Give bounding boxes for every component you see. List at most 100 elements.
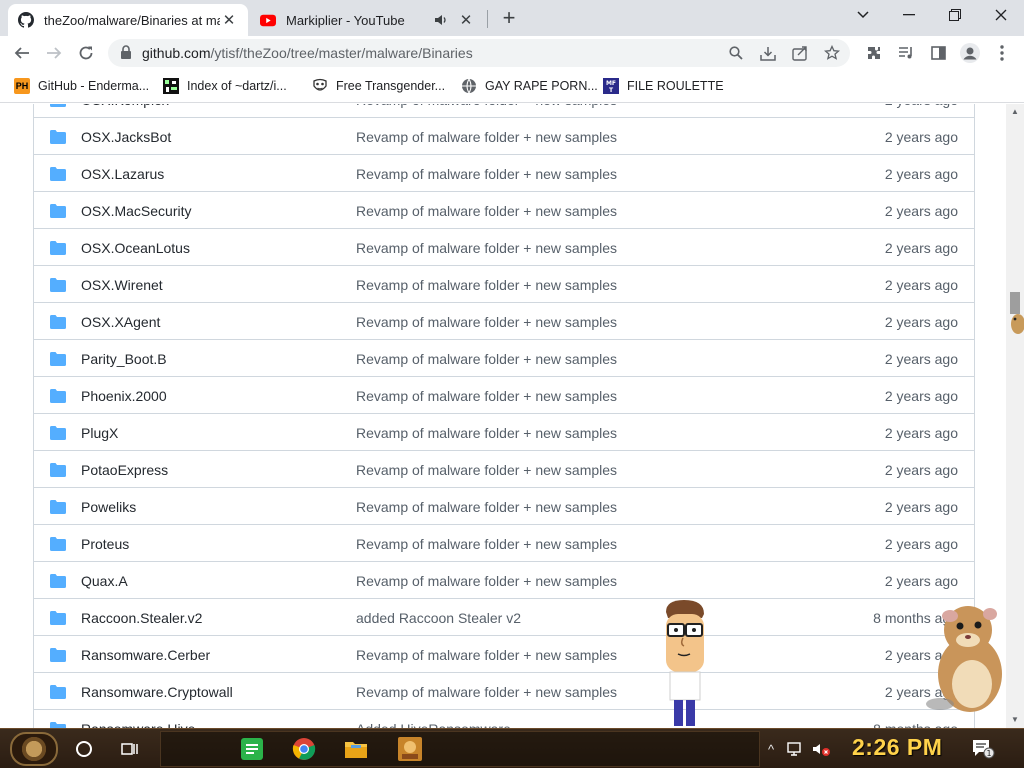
commit-message-link[interactable]: Revamp of malware folder + new samples [356,166,617,182]
file-name-link[interactable]: PotaoExpress [81,462,168,478]
box-app-icon[interactable] [396,735,424,763]
table-row[interactable]: Ransomware.Hive Added HiveRansomware 8 mon… [34,709,974,728]
minimize-button[interactable] [886,0,932,30]
file-name-link[interactable]: OSX.JacksBot [81,129,171,145]
start-button[interactable] [10,732,58,766]
restore-button[interactable] [932,0,978,30]
install-app-icon[interactable] [758,43,778,63]
close-window-button[interactable] [978,0,1024,30]
commit-message-link[interactable]: Revamp of malware folder + new samples [356,104,617,108]
table-row[interactable]: Raccoon.Stealer.v2 added Raccoon Stealer … [34,598,974,635]
commit-message-link[interactable]: Revamp of malware folder + new samples [356,647,617,663]
table-row[interactable]: Poweliks Revamp of malware folder + new s… [34,487,974,524]
commit-message-link[interactable]: added Raccoon Stealer v2 [356,610,521,626]
scroll-up-icon[interactable]: ▲ [1009,106,1021,116]
clock[interactable]: 2:26 PM [852,734,942,761]
new-tab-button[interactable]: + [497,5,521,30]
commit-message-link[interactable]: Revamp of malware folder + new samples [356,129,617,145]
menu-kebab-icon[interactable] [990,41,1014,65]
file-name-link[interactable]: Phoenix.2000 [81,388,167,404]
side-panel-icon[interactable] [926,41,950,65]
notifications-icon[interactable]: 1 [970,737,996,761]
cortana-icon[interactable] [70,735,98,763]
show-hidden-icons[interactable]: ^ [764,737,778,761]
file-explorer-icon[interactable] [342,735,370,763]
commit-message-link[interactable]: Revamp of malware folder + new samples [356,277,617,293]
close-tab-icon[interactable]: ✕ [220,11,238,29]
table-row[interactable]: PotaoExpress Revamp of malware folder + n… [34,450,974,487]
file-name-link[interactable]: Poweliks [81,499,136,515]
bookmark-label: FILE ROULETTE [627,79,724,93]
bookmark-item[interactable]: PH GitHub - Enderma... [14,77,149,95]
tab-github[interactable]: theZoo/malware/Binaries at master ✕ [8,4,248,36]
commit-message-link[interactable]: Revamp of malware folder + new samples [356,462,617,478]
media-control-icon[interactable] [894,41,918,65]
commit-message-link[interactable]: Revamp of malware folder + new samples [356,240,617,256]
tab-search-icon[interactable] [840,0,886,30]
file-name-link[interactable]: OSX.Wirenet [81,277,163,293]
commit-message-link[interactable]: Revamp of malware folder + new samples [356,684,617,700]
file-name-link[interactable]: Parity_Boot.B [81,351,167,367]
file-name-link[interactable]: Raccoon.Stealer.v2 [81,610,202,626]
table-row[interactable]: Phoenix.2000 Revamp of malware folder + n… [34,376,974,413]
lock-icon[interactable] [120,45,134,61]
table-row[interactable]: OSX.OceanLotus Revamp of malware folder +… [34,228,974,265]
commit-message-link[interactable]: Revamp of malware folder + new samples [356,203,617,219]
speaker-icon[interactable] [433,12,449,28]
bookmark-item[interactable]: GAY RAPE PORN... [461,77,598,95]
table-row[interactable]: Ransomware.Cerber Revamp of malware folde… [34,635,974,672]
chrome-icon[interactable] [290,735,318,763]
file-name-link[interactable]: PlugX [81,425,118,441]
file-name-link[interactable]: OSX.MacSecurity [81,203,191,219]
commit-message-link[interactable]: Revamp of malware folder + new samples [356,425,617,441]
network-icon[interactable] [786,737,806,761]
file-name-link[interactable]: OSX.Komplex [81,104,169,108]
forward-button[interactable] [42,41,66,65]
bookmark-item[interactable]: Free Transgender... [312,77,445,95]
file-name-link[interactable]: OSX.XAgent [81,314,160,330]
commit-message-link[interactable]: Added HiveRansomware [356,721,511,728]
table-row[interactable]: OSX.Wirenet Revamp of malware folder + ne… [34,265,974,302]
table-row[interactable]: Quax.A Revamp of malware folder + new sam… [34,561,974,598]
table-row[interactable]: OSX.MacSecurity Revamp of malware folder … [34,191,974,228]
page-content[interactable]: OSX.Komplex Revamp of malware folder + ne… [0,104,1006,728]
commit-message-link[interactable]: Revamp of malware folder + new samples [356,573,617,589]
table-row[interactable]: OSX.Komplex Revamp of malware folder + ne… [34,104,974,117]
tab-youtube[interactable]: Markiplier - YouTube ✕ [250,4,485,36]
extensions-icon[interactable] [862,41,886,65]
file-name-link[interactable]: Proteus [81,536,129,552]
search-icon[interactable] [726,43,746,63]
profile-avatar-icon[interactable] [958,41,982,65]
table-row[interactable]: Ransomware.Cryptowall Revamp of malware f… [34,672,974,709]
share-icon[interactable] [790,43,810,63]
bookmark-item[interactable]: Index of ~dartz/i... [163,77,287,95]
table-row[interactable]: OSX.JacksBot Revamp of malware folder + n… [34,117,974,154]
address-bar[interactable]: github.com/ytisf/theZoo/tree/master/malw… [108,39,850,67]
file-name-link[interactable]: Quax.A [81,573,128,589]
reload-button[interactable] [74,41,98,65]
commit-message-link[interactable]: Revamp of malware folder + new samples [356,314,617,330]
file-name-link[interactable]: OSX.OceanLotus [81,240,190,256]
file-name-link[interactable]: Ransomware.Hive [81,721,195,728]
table-row[interactable]: OSX.Lazarus Revamp of malware folder + ne… [34,154,974,191]
notes-app-icon[interactable] [238,735,266,763]
commit-message-link[interactable]: Revamp of malware folder + new samples [356,499,617,515]
file-name-link[interactable]: OSX.Lazarus [81,166,164,182]
commit-message-link[interactable]: Revamp of malware folder + new samples [356,388,617,404]
bookmark-item[interactable]: MF T FILE ROULETTE [603,77,724,95]
table-row[interactable]: OSX.XAgent Revamp of malware folder + new… [34,302,974,339]
table-row[interactable]: Proteus Revamp of malware folder + new sa… [34,524,974,561]
volume-muted-icon[interactable] [810,737,832,761]
task-view-icon[interactable] [116,735,144,763]
bookmark-star-icon[interactable] [822,43,842,63]
close-tab-icon[interactable]: ✕ [457,11,475,29]
url-text[interactable]: github.com/ytisf/theZoo/tree/master/malw… [142,45,473,61]
table-row[interactable]: Parity_Boot.B Revamp of malware folder + … [34,339,974,376]
commit-message-link[interactable]: Revamp of malware folder + new samples [356,536,617,552]
scroll-down-icon[interactable]: ▼ [1009,714,1021,724]
commit-message-link[interactable]: Revamp of malware folder + new samples [356,351,617,367]
file-name-link[interactable]: Ransomware.Cerber [81,647,210,663]
table-row[interactable]: PlugX Revamp of malware folder + new samp… [34,413,974,450]
file-name-link[interactable]: Ransomware.Cryptowall [81,684,233,700]
back-button[interactable] [10,41,34,65]
